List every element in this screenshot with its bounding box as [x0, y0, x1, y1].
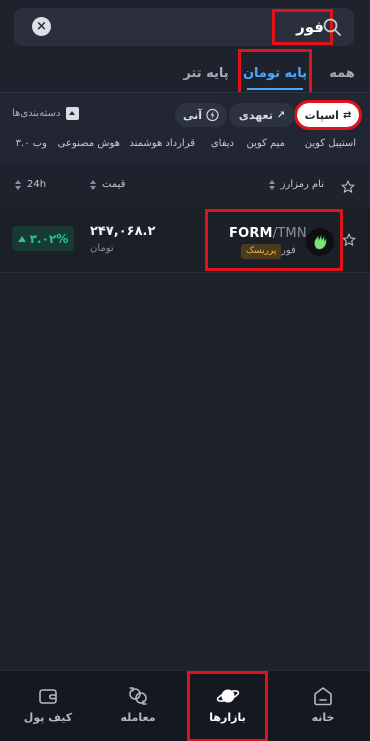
sort-icon: [90, 179, 97, 190]
chip-futures[interactable]: ↗ تعهدی: [229, 103, 295, 127]
search-bar[interactable]: × فور: [14, 8, 354, 46]
nav-wallet-label: کیف پول: [23, 711, 73, 724]
nav-trade-label: معامله: [120, 711, 156, 724]
coin-symbol-quote: /TMN: [272, 226, 307, 241]
tab-all[interactable]: همه: [328, 52, 356, 92]
favorite-star-icon[interactable]: [342, 233, 356, 247]
nav-home-label: خانه: [311, 711, 335, 724]
tab-toman-base[interactable]: پایه تومان: [238, 49, 312, 95]
categories-toggle[interactable]: دسته‌بندی‌ها: [12, 107, 80, 120]
futures-icon: ↗: [276, 109, 286, 121]
chip-instant[interactable]: آنی: [175, 103, 227, 127]
instant-icon: [206, 108, 219, 122]
category-meme[interactable]: میم کوین: [246, 138, 285, 149]
nav-wallet[interactable]: کیف پول: [8, 671, 88, 741]
chip-instant-label: آنی: [183, 108, 203, 122]
coin-name: فور: [281, 245, 296, 256]
clear-icon[interactable]: ×: [32, 17, 51, 36]
nav-home[interactable]: خانه: [284, 671, 362, 741]
market-tabs: همه پایه تومان پایه تتر: [0, 49, 370, 95]
column-name-label: نام رمزارز: [280, 179, 324, 190]
category-defi[interactable]: دیفای: [211, 138, 234, 149]
risk-badge: پرریسک: [241, 244, 282, 259]
table-header: نام رمزارز قیمت 24h: [0, 163, 370, 207]
chip-spot[interactable]: ⇄ اسپات: [294, 100, 362, 130]
chip-futures-label: تعهدی: [238, 108, 273, 122]
collapse-icon: [66, 107, 80, 120]
search-icon: [323, 18, 341, 36]
coin-symbol: FORM/TMN: [229, 226, 307, 241]
category-list: استیبل کوین میم کوین دیفای قرارداد هوشمن…: [0, 138, 370, 156]
column-price-label: قیمت: [102, 179, 126, 190]
column-name[interactable]: نام رمزارز: [268, 179, 324, 190]
wallet-icon: [39, 689, 57, 704]
filter-panel: ⇄ اسپات ↗ تعهدی آنی دسته‌بندی‌ها استیبل …: [0, 93, 370, 163]
change-badge: ۳.۰۲%: [12, 226, 74, 251]
column-change[interactable]: 24h: [15, 179, 46, 190]
nav-trade[interactable]: معامله: [98, 671, 178, 741]
sort-icon: [268, 179, 276, 190]
tab-tether-base[interactable]: پایه تتر: [180, 52, 232, 92]
change-value: ۳.۰۲%: [29, 231, 69, 246]
price-value: ۲۴۷,۰۶۸.۲: [90, 224, 156, 239]
category-web3[interactable]: وب ۳.۰: [16, 138, 47, 149]
home-icon: [314, 687, 332, 706]
exchange-icon: [129, 687, 147, 705]
categories-toggle-label: دسته‌بندی‌ها: [12, 108, 61, 119]
category-ai[interactable]: هوش مصنوعی: [58, 138, 120, 149]
column-change-label: 24h: [27, 179, 47, 190]
star-icon[interactable]: [341, 180, 355, 194]
column-price[interactable]: قیمت: [90, 179, 125, 190]
up-arrow-icon: [17, 235, 26, 242]
nav-markets[interactable]: بازارها: [187, 671, 268, 741]
planet-icon: [216, 689, 239, 703]
price-unit: تومان: [90, 243, 114, 254]
sort-icon: [15, 179, 22, 190]
coin-logo-icon: [306, 228, 334, 256]
category-stablecoin[interactable]: استیبل کوین: [305, 138, 356, 149]
nav-markets-label: بازارها: [209, 711, 246, 724]
spot-icon: ⇄: [342, 109, 352, 121]
chip-spot-label: اسپات: [304, 108, 339, 122]
coin-symbol-base: FORM: [229, 226, 273, 241]
category-smart-contract[interactable]: قرارداد هوشمند: [129, 138, 195, 149]
bottom-nav: خانه بازارها معامله کیف پول: [0, 670, 370, 741]
